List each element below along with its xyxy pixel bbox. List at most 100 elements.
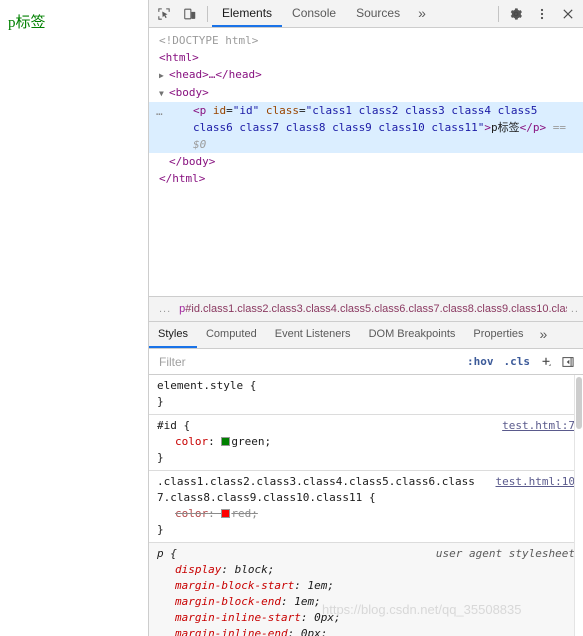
declaration-color[interactable]: color: green; [157,434,575,450]
expand-triangle-icon[interactable]: ▶ [159,67,169,84]
close-brace: } [157,523,164,536]
rule-selector[interactable]: .class1.class2.class3.class4.class5.clas… [157,474,496,506]
breadcrumb-node-p[interactable]: p#id.class1.class2.class3.class4.class5.… [179,303,567,315]
tab-computed[interactable]: Computed [197,322,266,348]
toolbar-divider-right [498,5,499,22]
p-text-node[interactable]: p标签 [491,121,520,134]
user-agent-stylesheet-label: user agent stylesheet [435,547,575,560]
tab-dom-breakpoints[interactable]: DOM Breakpoints [360,322,465,348]
styles-filter-bar: :hov .cls [149,348,583,375]
breadcrumb-node-path: #id.class1.class2.class3.class4.class5.c… [185,303,567,315]
style-rule-element-style[interactable]: element.style { } [149,375,583,415]
color-swatch-red[interactable] [221,509,231,518]
style-rule-user-agent-p[interactable]: p { user agent stylesheet display: block… [149,543,583,636]
declaration-property: margin-inline-start [175,611,301,624]
hov-toggle-button[interactable]: :hov [462,355,499,368]
close-brace: } [157,451,164,464]
body-close-tag: </body> [169,155,216,168]
rule-header: p { user agent stylesheet [157,546,575,562]
close-icon[interactable] [555,2,581,26]
more-tabs-chevron-icon[interactable]: » [410,0,434,27]
dom-line-head[interactable]: ▶ <head>…</head> [149,66,583,84]
open-brace: { [170,547,177,560]
styles-scrollbar-thumb[interactable] [576,377,582,429]
declaration-margin-block-end: margin-block-end: 1em; [175,595,321,608]
dom-line-doctype: <!DOCTYPE html> [149,32,583,49]
filter-input[interactable] [149,348,462,375]
node-ellipsis-badge[interactable]: … [156,103,164,120]
html-close-tag: </html> [159,172,206,185]
rule-header: element.style { [157,378,575,394]
toggle-sidebar-icon[interactable] [557,352,579,372]
tab-styles[interactable]: Styles [149,322,197,348]
tab-elements[interactable]: Elements [212,0,283,27]
declaration-color-overridden[interactable]: color: red; [157,506,575,522]
doctype-text: <!DOCTYPE html> [159,34,259,47]
dom-line-html-close: </html> [149,170,583,187]
device-toolbar-icon[interactable] [177,2,203,26]
tab-console[interactable]: Console [282,0,346,27]
declaration-property: display [175,563,222,576]
rule-selector-text: #id [157,419,177,432]
attr-id-name[interactable]: id [213,104,226,117]
dom-line-body-open[interactable]: ▼ <body> [149,84,583,102]
kebab-menu-icon[interactable] [529,2,555,26]
breadcrumb-overflow-left[interactable]: ... [153,303,179,315]
declaration-property[interactable]: color [175,435,208,448]
sidebar-more-tabs-chevron-icon[interactable]: » [533,322,555,348]
rule-selector[interactable]: #id { [157,418,502,434]
collapse-triangle-icon[interactable]: ▼ [159,85,169,102]
styles-rules-pane[interactable]: element.style { } #id { test.html:7 colo… [149,375,583,636]
declaration-value: 1em [294,595,315,608]
tab-properties[interactable]: Properties [464,322,532,348]
style-rule-id[interactable]: #id { test.html:7 color: green; } [149,415,583,471]
body-open-tag: <body> [169,86,209,99]
tab-event-listeners[interactable]: Event Listeners [266,322,360,348]
dom-node-selected[interactable]: … <p id="id" class="class1 class2 class3… [149,102,583,153]
page-viewport: p标签 [0,0,148,636]
style-rule-classes[interactable]: .class1.class2.class3.class4.class5.clas… [149,471,583,543]
rule-header: #id { test.html:7 [157,418,575,434]
declaration-property: margin-inline-end [175,627,288,636]
dom-line-body-close: </body> [149,153,583,170]
gear-icon[interactable] [503,2,529,26]
rule-selector: p { [157,546,436,562]
attr-class-name[interactable]: class [266,104,299,117]
breadcrumb-overflow-right[interactable]: .. [567,303,579,315]
declaration-display: display: block; [175,563,275,576]
new-style-rule-button[interactable] [535,352,557,372]
rule-source-link[interactable]: test.html:10 [496,474,575,490]
declaration-property[interactable]: color [175,507,208,520]
dom-tree[interactable]: <!DOCTYPE html> <html> ▶ <head>…</head> ▼… [149,28,583,296]
rule-selector-text: p [157,547,164,560]
declaration-value[interactable]: green [231,435,264,448]
styles-sidebar-tab-strip: Styles Computed Event Listeners DOM Brea… [149,322,583,349]
styles-scrollbar-track[interactable] [574,375,583,636]
toolbar-divider [207,5,208,22]
declaration-property: margin-block-start [175,579,295,592]
rule-header: .class1.class2.class3.class4.class5.clas… [157,474,575,506]
dom-line-html-open[interactable]: <html> [149,49,583,66]
rule-selector-text: .class1.class2.class3.class4.class5.clas… [157,475,475,504]
declaration-value[interactable]: red [231,507,251,520]
rule-selector[interactable]: element.style { [157,378,575,394]
head-collapsed-tag: <head>…</head> [169,68,262,81]
breadcrumb: ... p#id.class1.class2.class3.class4.cla… [149,296,583,322]
color-swatch-green[interactable] [221,437,231,446]
page-paragraph: p标签 [8,15,46,31]
declaration-property: margin-block-end [175,595,281,608]
devtools-panel: Elements Console Sources » <!DOCTYPE htm… [148,0,583,636]
declaration-value: block [234,563,268,576]
attr-id-value[interactable]: "id" [233,104,260,117]
open-brace: { [183,419,191,432]
tab-sources[interactable]: Sources [346,0,410,27]
close-brace: } [157,395,164,408]
open-brace: { [249,379,257,392]
p-close-tag: </p> [519,121,547,134]
inspect-cursor-icon[interactable] [151,2,177,26]
devtools-toolbar: Elements Console Sources » [149,0,583,28]
devtools-window: p标签 Elements Console Sources » <!DOCTYPE… [0,0,583,636]
devtools-tab-strip: Elements Console Sources » [212,0,434,27]
rule-source-link[interactable]: test.html:7 [502,418,575,434]
cls-toggle-button[interactable]: .cls [499,355,536,368]
